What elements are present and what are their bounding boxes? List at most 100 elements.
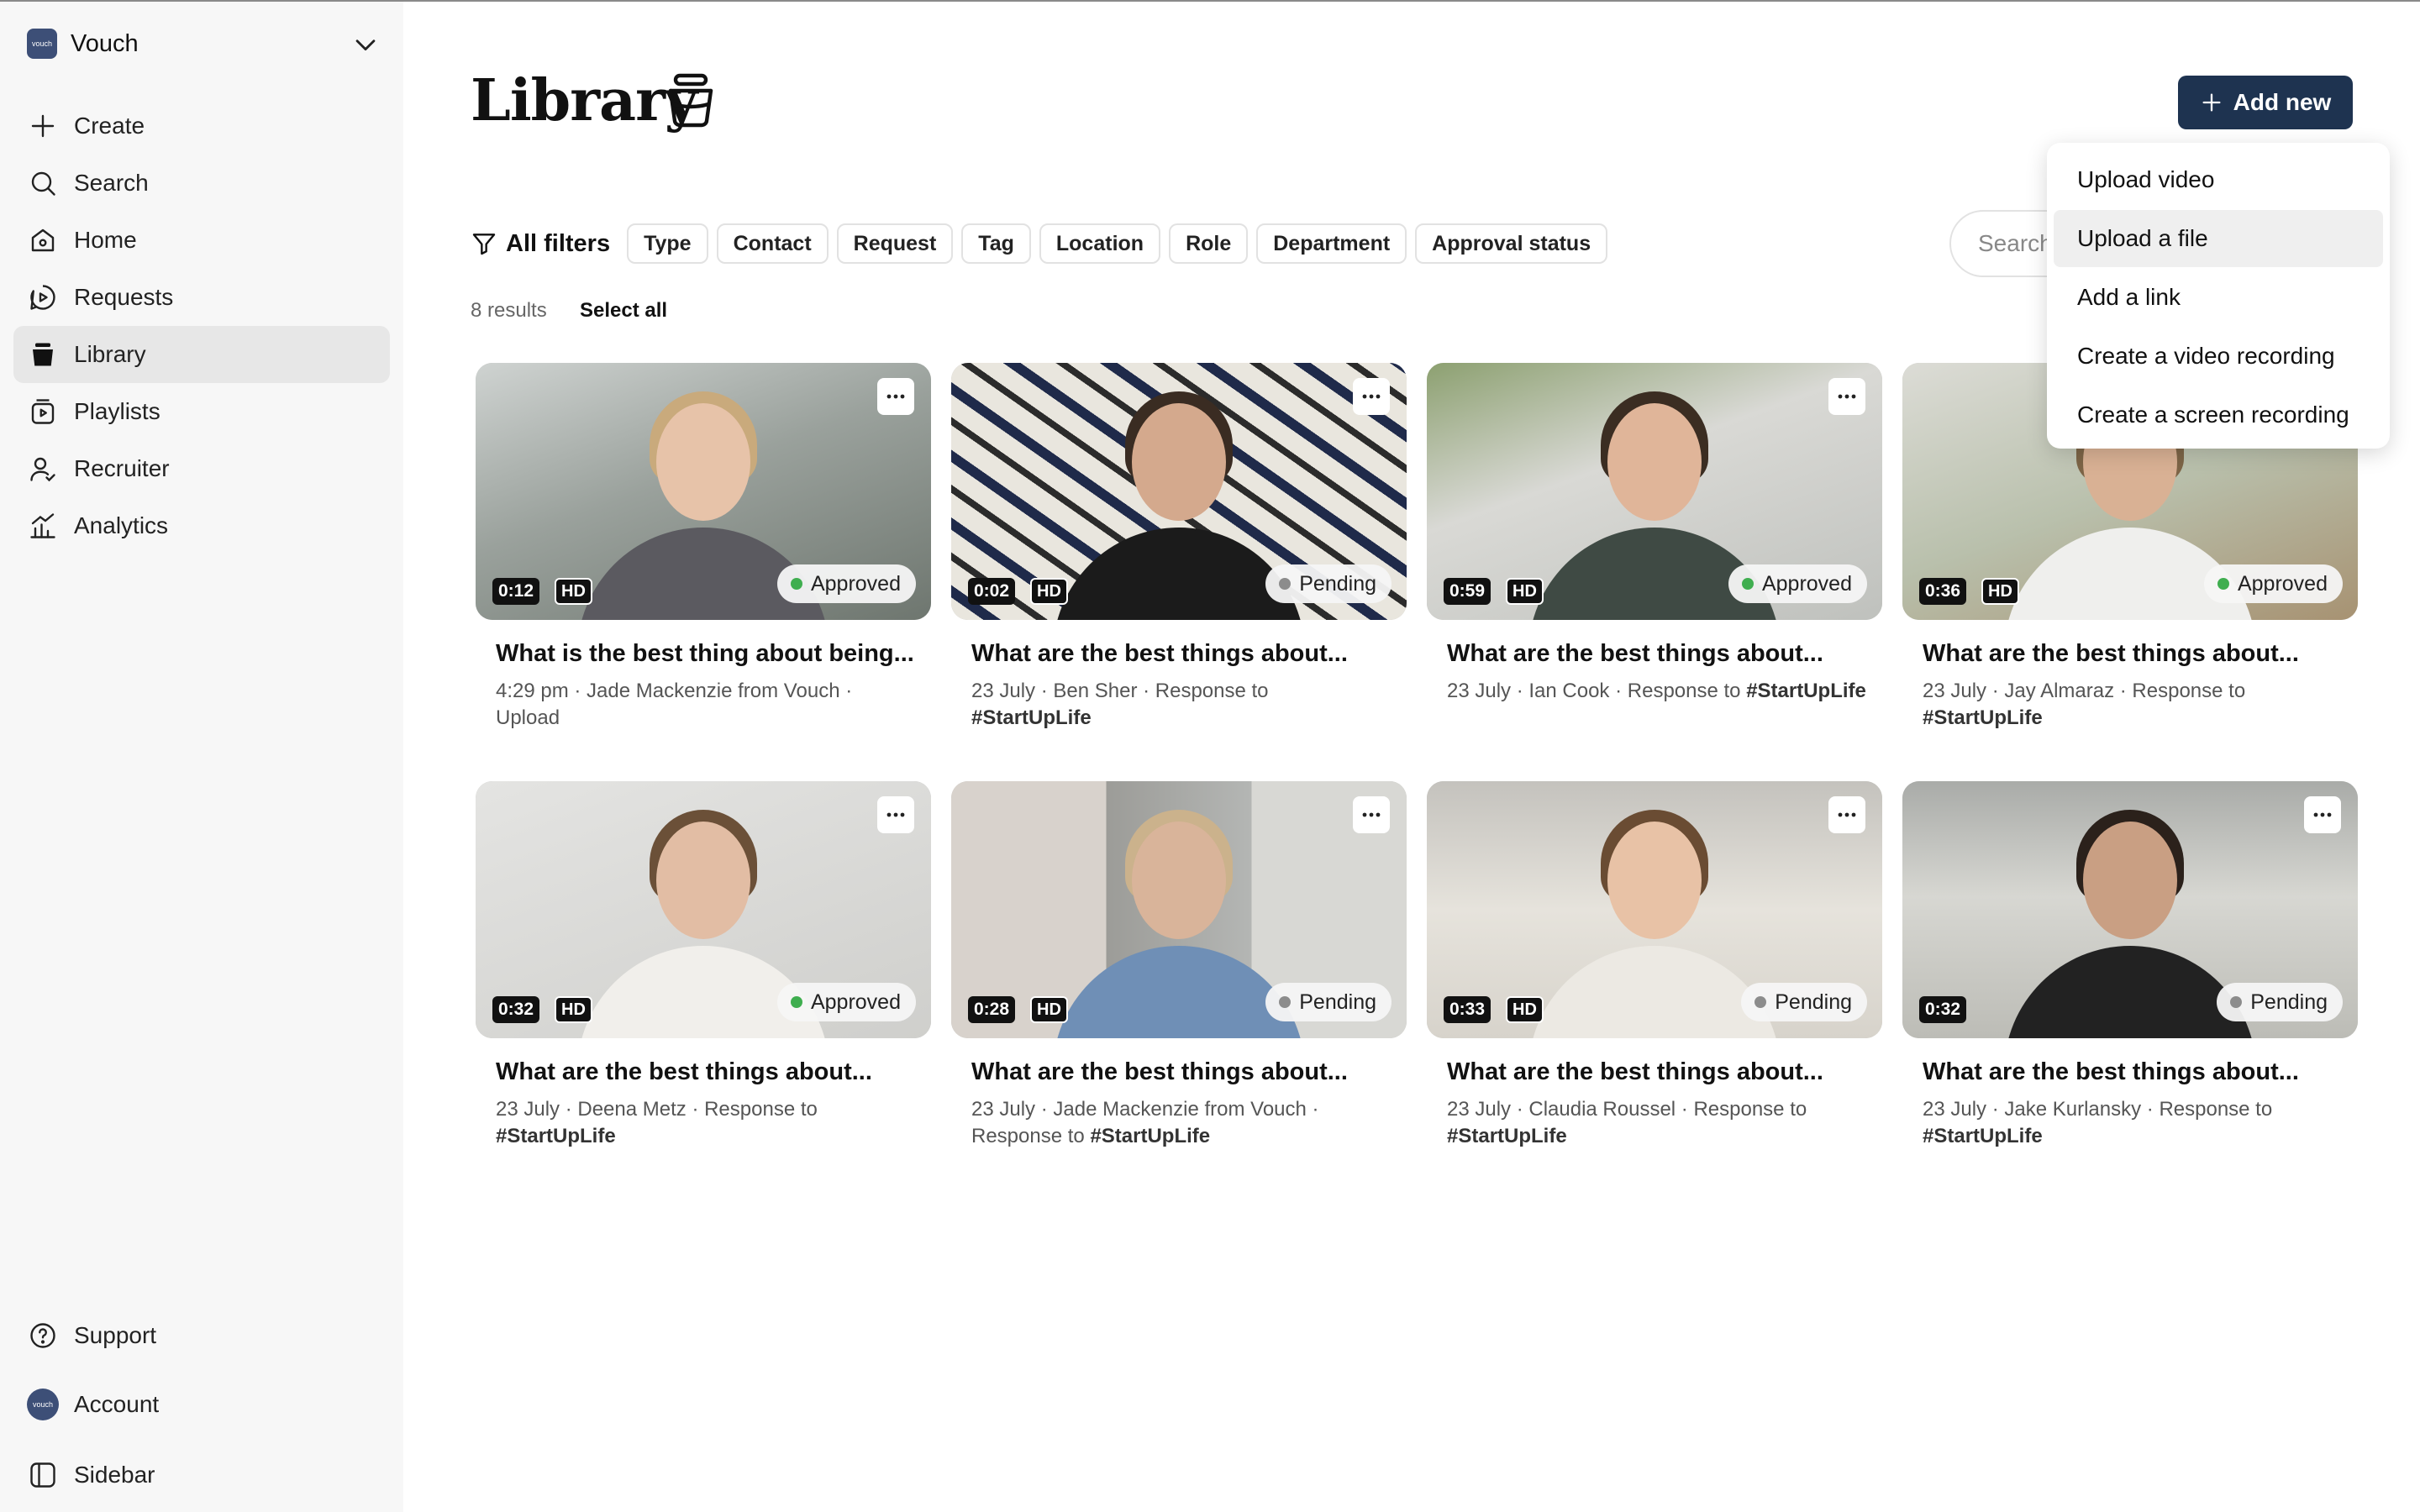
video-title[interactable]: What are the best things about... [496,1058,931,1086]
filter-chip-approval-status[interactable]: Approval status [1415,223,1608,264]
video-meta-text: 23 July · Jay Almaraz · Response to [1923,680,2246,702]
filter-chip-tag[interactable]: Tag [961,223,1031,264]
duration-badge: 0:33 [1444,996,1491,1023]
video-card[interactable]: 0:32 HD Approved What are the best thing… [476,781,931,1150]
ellipsis-icon [1362,394,1381,399]
video-card[interactable]: 0:28 HD Pending What are the best things… [951,781,1407,1150]
video-title[interactable]: What are the best things about... [1447,640,1882,668]
filter-chip-department[interactable]: Department [1256,223,1407,264]
video-request-tag[interactable]: #StartUpLife [1447,1125,1567,1147]
video-title[interactable]: What are the best things about... [971,1058,1407,1086]
video-card[interactable]: 0:33 HD Pending What are the best things… [1427,781,1882,1150]
more-options-button[interactable] [2304,796,2341,833]
video-title[interactable]: What are the best things about... [971,640,1407,668]
workspace-name: Vouch [71,29,139,57]
more-options-button[interactable] [1353,378,1390,415]
sidebar-item-create[interactable]: Create [13,97,390,155]
all-filters-button[interactable]: All filters [471,230,610,258]
duration-badge: 0:59 [1444,578,1491,605]
analytics-icon [27,510,59,542]
video-title[interactable]: What is the best thing about being... [496,640,931,668]
add-new-button[interactable]: Add new [2178,76,2353,129]
sidebar-item-label: Requests [74,284,174,310]
video-meta: 4:29 pm · Jade Mackenzie from Vouch · Up… [496,678,916,732]
select-all-button[interactable]: Select all [580,299,667,323]
menu-item-add-link[interactable]: Add a link [2054,269,2383,326]
sidebar-item-library[interactable]: Library [13,326,390,383]
thumbnail-image [1607,822,1702,939]
more-options-button[interactable] [1828,378,1865,415]
menu-item-upload-file[interactable]: Upload a file [2054,210,2383,267]
sidebar-item-label: Library [74,341,146,367]
filter-chip-contact[interactable]: Contact [716,223,829,264]
video-thumbnail[interactable]: 0:32 HD Approved [476,781,931,1038]
sidebar: vouch Vouch Create Search Home Requests … [0,2,403,1512]
filter-chip-request[interactable]: Request [836,223,954,264]
more-options-button[interactable] [1828,796,1865,833]
ellipsis-icon [2313,812,2332,817]
video-meta: 23 July · Deena Metz · Response to #Star… [496,1096,916,1150]
video-title[interactable]: What are the best things about... [1923,1058,2358,1086]
video-request-tag[interactable]: #StartUpLife [1923,706,2043,729]
filter-chip-location[interactable]: Location [1039,223,1161,264]
video-thumbnail[interactable]: 0:33 HD Pending [1427,781,1882,1038]
sidebar-item-account[interactable]: vouch Account [13,1369,390,1440]
sidebar-item-label: Account [74,1391,160,1417]
plus-icon [27,110,59,142]
video-card[interactable]: 0:32 Pending What are the best things ab… [1902,781,2358,1150]
home-icon [27,224,59,256]
results-count: 8 results [471,299,547,322]
chevron-down-icon [355,39,376,51]
duration-badge: 0:32 [492,996,540,1023]
video-thumbnail[interactable]: 0:02 HD Pending [951,363,1407,620]
sidebar-item-recruiter[interactable]: Recruiter [13,440,390,497]
status-badge: Pending [1741,983,1867,1021]
sidebar-toggle-icon [27,1459,59,1491]
video-request-tag[interactable]: #StartUpLife [496,1125,616,1147]
sidebar-item-support[interactable]: Support [13,1302,390,1369]
sidebar-item-search[interactable]: Search [13,155,390,212]
add-new-menu: Upload video Upload a file Add a link Cr… [2047,143,2390,449]
video-thumbnail[interactable]: 0:12 HD Approved [476,363,931,620]
status-label: Pending [1299,990,1376,1014]
video-request-tag[interactable]: #StartUpLife [971,706,1092,729]
workspace-logo: vouch [27,29,57,59]
video-card[interactable]: 0:02 HD Pending What are the best things… [951,363,1407,732]
filter-chip-type[interactable]: Type [627,223,708,264]
video-title[interactable]: What are the best things about... [1923,640,2358,668]
sidebar-item-playlists[interactable]: Playlists [13,383,390,440]
more-options-button[interactable] [877,378,914,415]
video-title[interactable]: What are the best things about... [1447,1058,1882,1086]
sidebar-nav: Create Search Home Requests Library Play… [13,97,390,554]
video-card[interactable]: 0:12 HD Approved What is the best thing … [476,363,931,732]
video-card[interactable]: 0:59 HD Approved What are the best thing… [1427,363,1882,705]
video-request-tag[interactable]: #StartUpLife [1746,680,1866,702]
video-thumbnail[interactable]: 0:59 HD Approved [1427,363,1882,620]
status-badge: Approved [1728,564,1867,603]
menu-item-screen-recording[interactable]: Create a screen recording [2054,386,2383,444]
menu-item-video-recording[interactable]: Create a video recording [2054,328,2383,385]
ellipsis-icon [1838,812,1856,817]
more-options-button[interactable] [1353,796,1390,833]
menu-item-upload-video[interactable]: Upload video [2054,151,2383,208]
sidebar-item-sidebar-toggle[interactable]: Sidebar [13,1440,390,1510]
video-thumbnail[interactable]: 0:28 HD Pending [951,781,1407,1038]
duration-badge: 0:36 [1919,578,1967,605]
sidebar-item-analytics[interactable]: Analytics [13,497,390,554]
video-thumbnail[interactable]: 0:32 Pending [1902,781,2358,1038]
sidebar-item-home[interactable]: Home [13,212,390,269]
hd-badge: HD [555,996,592,1023]
video-request-tag[interactable]: #StartUpLife [1090,1125,1210,1147]
thumbnail-image [1132,822,1226,939]
ellipsis-icon [1838,394,1856,399]
more-options-button[interactable] [877,796,914,833]
status-dot [2217,578,2229,590]
video-request-tag[interactable]: #StartUpLife [1923,1125,2043,1147]
workspace-switcher[interactable]: vouch Vouch [27,25,380,62]
sidebar-item-requests[interactable]: Requests [13,269,390,326]
account-avatar: vouch [27,1389,59,1420]
hd-badge: HD [1506,578,1544,605]
sidebar-item-label: Sidebar [74,1462,155,1488]
hd-badge: HD [1030,578,1068,605]
filter-chip-role[interactable]: Role [1169,223,1249,264]
